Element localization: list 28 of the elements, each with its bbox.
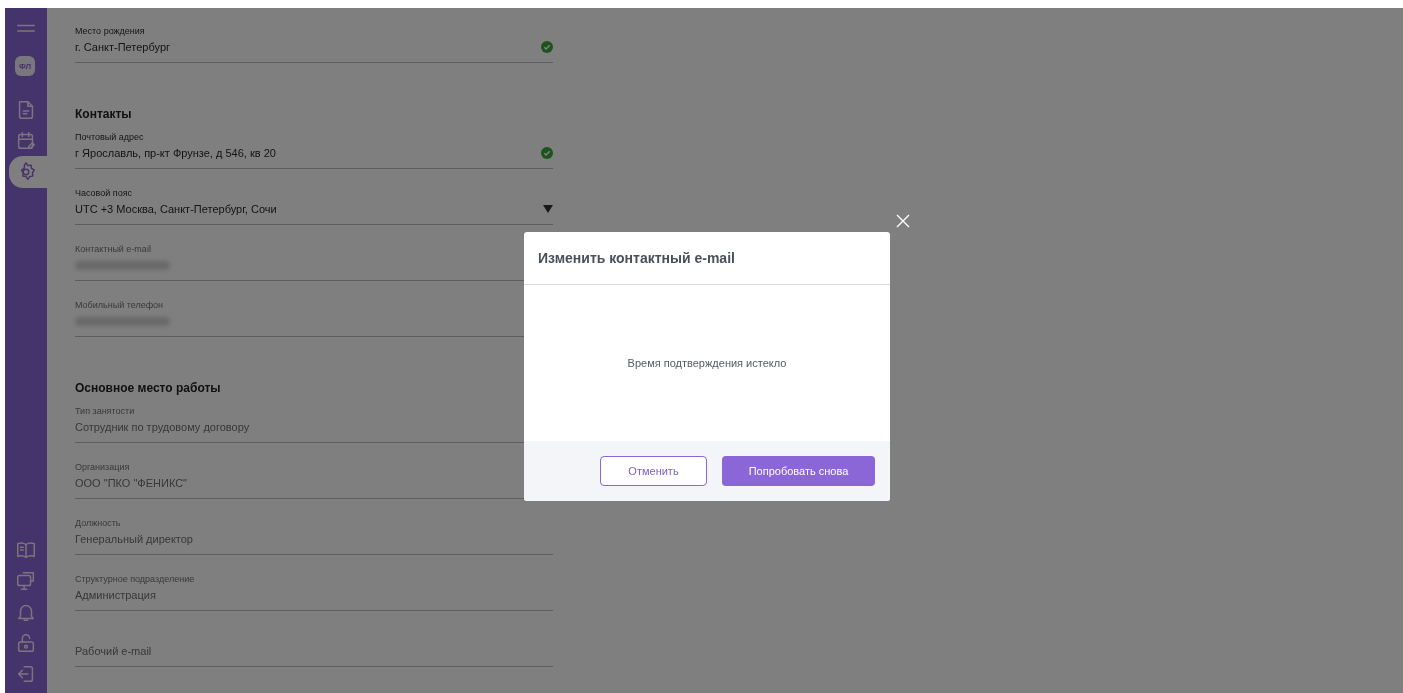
retry-button[interactable]: Попробовать снова — [722, 456, 875, 486]
field-value: Администрация — [75, 588, 156, 603]
field-value: г. Санкт-Петербург — [75, 40, 171, 55]
monitor-chat-icon[interactable] — [15, 569, 37, 592]
dropdown-caret-icon[interactable] — [543, 205, 553, 213]
field-label: Часовой пояс — [75, 187, 133, 200]
unlocked-padlock-icon[interactable] — [15, 631, 37, 654]
field-label: Организация — [75, 461, 130, 474]
field-label: Контактный e-mail — [75, 243, 151, 256]
field-label: Почтовый адрес — [75, 131, 144, 144]
field-value[interactable]: UTC +3 Москва, Санкт-Петербург, Сочи — [75, 200, 277, 218]
field-label: Место рождения — [75, 25, 145, 38]
dialog-title: Изменить контактный e-mail — [538, 250, 735, 266]
field-value: ООО "ПКО "ФЕНИКС" — [75, 476, 188, 491]
field-label: Мобильный телефон — [75, 299, 164, 312]
section-heading: Контакты — [75, 106, 133, 123]
dialog-message: Время подтверждения истекло — [627, 357, 787, 369]
field-value: г Ярославль, пр-кт Фрунзе, д 546, кв 20 — [75, 146, 276, 161]
field-label: Тип занятости — [75, 405, 135, 418]
field-label: Структурное подразделение — [75, 573, 195, 586]
profile-badge[interactable]: ФЛ — [15, 56, 35, 76]
cancel-button[interactable]: Отменить — [600, 456, 707, 486]
field-value: Генеральный директор — [75, 532, 193, 547]
field-label: Должность — [75, 517, 121, 530]
section-heading: Основное место работы — [75, 380, 222, 397]
calendar-icon[interactable] — [15, 129, 37, 152]
field-value: Сотрудник по трудовому договору — [75, 420, 250, 435]
close-icon[interactable] — [896, 214, 910, 228]
